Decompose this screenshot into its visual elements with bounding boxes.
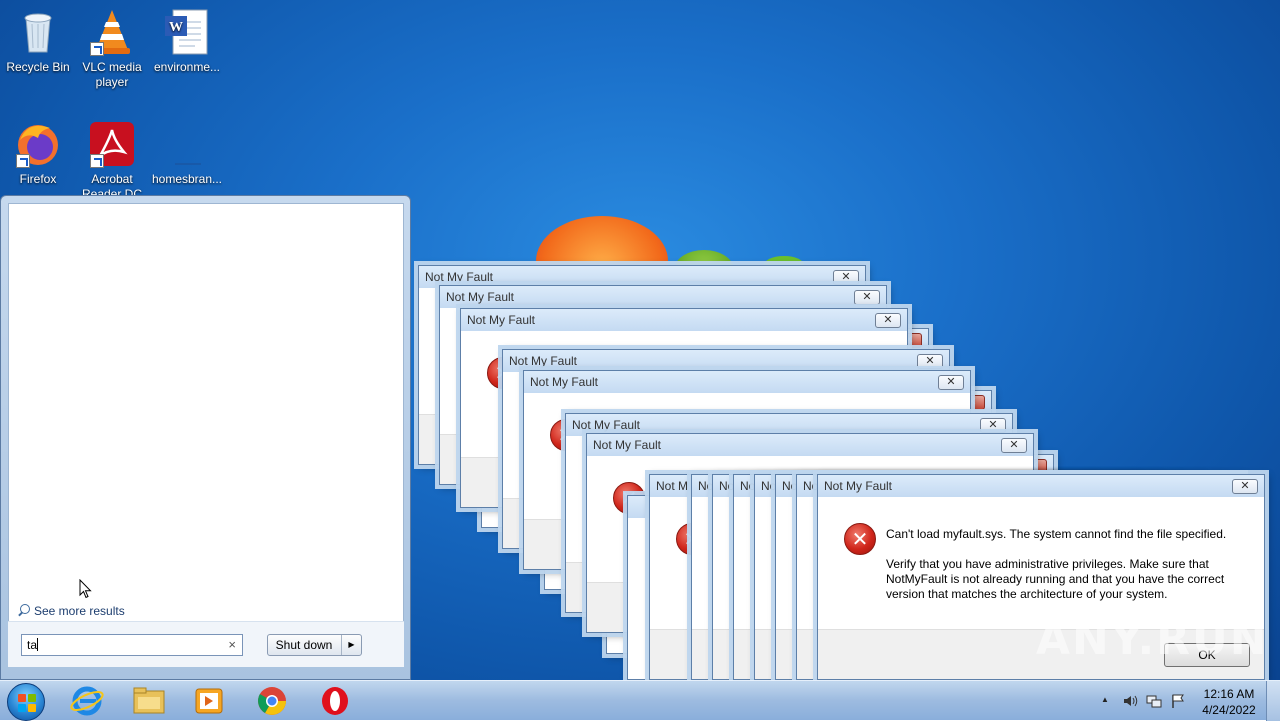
close-button[interactable]: ✕ — [833, 270, 859, 285]
desktop-icon-recycle-bin[interactable]: Recycle Bin — [0, 8, 76, 75]
see-more-results-link[interactable]: See more results — [17, 604, 125, 618]
volume-icon[interactable] — [1122, 693, 1138, 709]
taskbar-opera[interactable] — [318, 685, 352, 717]
error-icon: ✕ — [844, 523, 876, 555]
windows-flag-icon — [18, 694, 36, 712]
taskbar-file-explorer[interactable] — [132, 685, 166, 717]
error-message: Can't load myfault.sys. The system canno… — [886, 527, 1250, 617]
clock[interactable]: 12:16 AM 4/24/2022 — [1196, 686, 1262, 718]
close-button[interactable]: ✕ — [917, 354, 943, 369]
close-button[interactable]: ✕ — [1001, 438, 1027, 453]
error-message-line-2: Verify that you have administrative priv… — [886, 557, 1225, 601]
desktop-icon-word-doc[interactable]: W environme... — [149, 8, 225, 75]
search-text: ta — [27, 638, 38, 652]
show-desktop-button[interactable] — [1266, 681, 1280, 721]
dialog-title: Not My Fault — [587, 434, 1033, 456]
shutdown-button[interactable]: Shut down ▶ — [267, 634, 362, 656]
svg-text:W: W — [169, 20, 183, 35]
search-results-pane: See more results — [8, 203, 404, 667]
desktop-icon-label: Recycle Bin — [6, 60, 70, 74]
close-button[interactable]: ✕ — [854, 290, 880, 305]
dialog-title: Not My Fault — [440, 286, 886, 308]
network-icon[interactable] — [1146, 693, 1162, 709]
clock-date: 4/24/2022 — [1202, 703, 1256, 717]
media-player-icon — [195, 688, 223, 714]
tray-show-hidden-icons[interactable]: ▲ — [1101, 695, 1109, 704]
dialog-title: Not My Fault — [503, 350, 949, 372]
shutdown-label: Shut down — [275, 638, 333, 652]
taskbar: ▲ 12:16 AM 4/24/2022 — [0, 680, 1280, 721]
start-search-area: ta × Shut down ▶ — [8, 621, 404, 667]
action-center-flag-icon[interactable] — [1170, 693, 1186, 709]
taskbar-internet-explorer[interactable] — [70, 685, 104, 717]
error-message-line-1: Can't load myfault.sys. The system canno… — [886, 527, 1227, 541]
start-button[interactable] — [7, 683, 45, 721]
search-icon — [17, 604, 30, 617]
desktop-icon-label: VLC media player — [82, 60, 142, 89]
taskbar-media-player[interactable] — [192, 685, 226, 717]
firefox-icon — [14, 120, 62, 168]
acrobat-icon — [88, 120, 136, 168]
desktop-icon-firefox[interactable]: Firefox — [0, 120, 76, 187]
desktop-icon-acrobat[interactable]: Acrobat Reader DC — [74, 120, 150, 196]
vlc-icon — [88, 8, 136, 56]
close-button[interactable]: ✕ — [980, 418, 1006, 433]
start-search-input[interactable]: ta × — [21, 634, 243, 656]
close-button[interactable]: ✕ — [938, 375, 964, 390]
desktop-icon-homesbran[interactable]: homesbran... — [149, 120, 225, 187]
see-more-label: See more results — [34, 604, 125, 618]
clock-time: 12:16 AM — [1203, 687, 1255, 701]
desktop-icon-label: homesbran... — [151, 172, 223, 186]
desktop-icon-label: Acrobat Reader DC — [81, 172, 143, 196]
file-explorer-icon — [133, 687, 165, 714]
desktop-icon-label: environme... — [153, 60, 221, 74]
start-menu: See more results ta × Shut down ▶ — [0, 195, 411, 680]
desktop-icon-vlc[interactable]: VLC media player — [74, 8, 150, 90]
dialog-title: Not My Fault — [524, 371, 970, 393]
file-icon — [163, 120, 211, 168]
close-button[interactable]: ✕ — [1232, 479, 1258, 494]
word-document-icon: W — [163, 8, 211, 56]
shutdown-options-arrow[interactable]: ▶ — [341, 635, 361, 655]
internet-explorer-icon — [70, 686, 104, 716]
clear-search-button[interactable]: × — [228, 635, 236, 655]
desktop-icon-label: Firefox — [19, 172, 57, 186]
recycle-bin-icon — [14, 8, 62, 56]
dialog-title: Not My Fault — [461, 309, 907, 331]
opera-icon — [322, 687, 348, 715]
watermark: ANY.RUN — [1036, 614, 1269, 665]
mouse-cursor-icon — [79, 579, 92, 599]
text-caret — [37, 638, 39, 651]
taskbar-chrome[interactable] — [255, 685, 289, 717]
close-button[interactable]: ✕ — [875, 313, 901, 328]
chrome-icon — [258, 687, 286, 715]
dialog-title: Not My Fault — [818, 475, 1264, 497]
